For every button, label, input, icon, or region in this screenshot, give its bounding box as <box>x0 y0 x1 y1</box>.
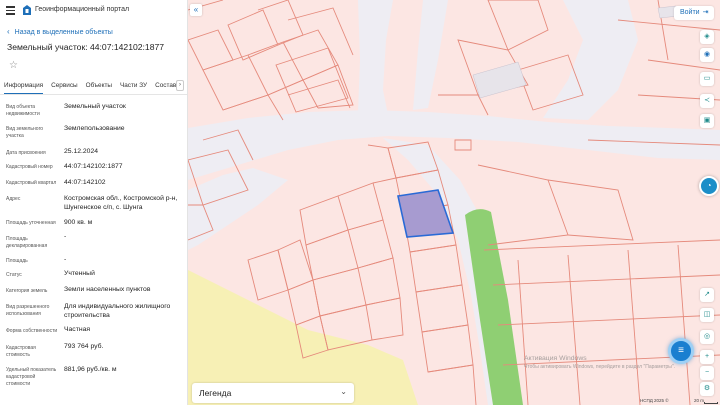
map-credit: НСПД 2025 © <box>640 398 669 403</box>
share-icon[interactable]: ≺ <box>700 94 714 108</box>
attr-label: Кадастровый квартал <box>6 180 57 186</box>
login-label: Войти <box>680 9 700 16</box>
windows-activation-hint: Чтобы активировать Windows, перейдите в … <box>524 364 676 370</box>
star-icon[interactable]: ☆ <box>9 60 18 71</box>
attr-label: Удельный показатель кадастровой стоимост… <box>6 367 57 387</box>
select-tool-icon[interactable]: ↗ <box>700 288 714 302</box>
attr-label: Категория земель <box>6 288 48 294</box>
legend-label: Легенда <box>199 388 232 398</box>
attr-value: Землепользование <box>64 125 125 132</box>
attr-value: 44:07:142102 <box>64 179 106 186</box>
attr-label: Площадь уточненная <box>6 220 56 226</box>
list-icon[interactable]: ≡ <box>668 338 694 364</box>
cadastral-map[interactable] <box>188 0 720 405</box>
attr-label: Статус <box>6 272 22 278</box>
layers-icon[interactable]: ◈ <box>700 30 714 44</box>
attr-value: - <box>64 233 67 240</box>
attr-value: Костромская обл., Костромской р-н, Шунге… <box>64 195 178 211</box>
chevron-left-icon: ‹ <box>7 27 10 36</box>
attr-label: Кадастровый номер <box>6 164 53 170</box>
attr-value: Частная <box>64 326 91 333</box>
attr-value: Земли населенных пунктов <box>64 286 151 293</box>
info-panel: Геоинформационный портал ‹ Назад в выделе… <box>0 0 188 405</box>
map-canvas[interactable] <box>188 0 720 405</box>
chevron-right-icon[interactable]: › <box>176 80 184 91</box>
attr-label: Кадастровая стоимость <box>6 345 36 358</box>
tab-information[interactable]: Информация <box>0 78 47 94</box>
ruler-icon[interactable]: ◉ <box>700 48 714 62</box>
tab-divider <box>0 94 187 95</box>
login-arrow-icon: ⇥ <box>702 9 709 16</box>
locate-icon[interactable]: ◎ <box>700 330 714 344</box>
tab-bar: Информация Сервисы Объекты Части ЗУ Сост… <box>0 78 187 94</box>
panel-header: Геоинформационный портал <box>0 0 187 22</box>
attr-label: Площадь <box>6 258 28 264</box>
scale-label: 20 m <box>694 398 705 403</box>
portal-logo-icon <box>23 5 31 15</box>
tab-parcel-parts[interactable]: Части ЗУ <box>116 78 151 94</box>
attr-label: Вид разрешенного использования <box>6 304 50 317</box>
attr-label: Вид земельного участка <box>6 126 44 139</box>
windows-activation-title: Активация Windows <box>524 355 587 362</box>
chevron-down-icon: ⌄ <box>340 387 347 396</box>
legend-dropdown[interactable]: Легенда ⌄ <box>192 383 354 403</box>
measure-tool-icon[interactable]: ◫ <box>700 308 714 322</box>
attr-value: 25.12.2024 <box>64 148 99 155</box>
zoom-in-icon[interactable]: + <box>700 350 714 364</box>
attr-value: - <box>64 256 67 263</box>
tab-services[interactable]: Сервисы <box>47 78 81 94</box>
chat-icon[interactable]: ◔ <box>699 176 719 196</box>
menu-icon[interactable] <box>6 6 15 15</box>
attr-value: Земельный участок <box>64 103 126 110</box>
gear-icon[interactable]: ⚙ <box>700 382 714 396</box>
double-chevron-left-icon[interactable]: « <box>190 4 202 16</box>
attr-label: Вид объекта недвижимости <box>6 104 40 117</box>
login-button[interactable]: Войти ⇥ <box>674 6 715 20</box>
app-root: Геоинформационный портал ‹ Назад в выделе… <box>0 0 720 405</box>
attr-value: Для индивидуального жилищного строительс… <box>64 303 171 319</box>
tab-objects[interactable]: Объекты <box>82 78 116 94</box>
attr-value: 44:07:142102:1877 <box>64 163 123 170</box>
back-to-selection-link[interactable]: ‹ Назад в выделенные объекты <box>7 27 113 36</box>
page-title: Земельный участок: 44:07:142102:1877 <box>7 42 165 52</box>
attr-value: 900 кв. м <box>64 219 93 226</box>
bookmark-icon[interactable]: ▣ <box>700 114 714 128</box>
attr-label: Площадь декларированная <box>6 236 48 249</box>
attr-label: Дата присвоения <box>6 150 46 156</box>
attr-label: Адрес <box>6 196 21 202</box>
print-icon[interactable]: ▭ <box>700 72 714 86</box>
zoom-out-icon[interactable]: − <box>700 366 714 380</box>
attr-value: 881,96 руб./кв. м <box>64 366 117 373</box>
portal-title: Геоинформационный портал <box>35 6 130 13</box>
scale-bar <box>704 402 718 404</box>
attr-value: Учтенный <box>64 270 95 277</box>
attr-label: Форма собственности <box>6 328 58 334</box>
back-link-label: Назад в выделенные объекты <box>14 29 113 36</box>
attr-value: 793 764 руб. <box>64 343 104 350</box>
